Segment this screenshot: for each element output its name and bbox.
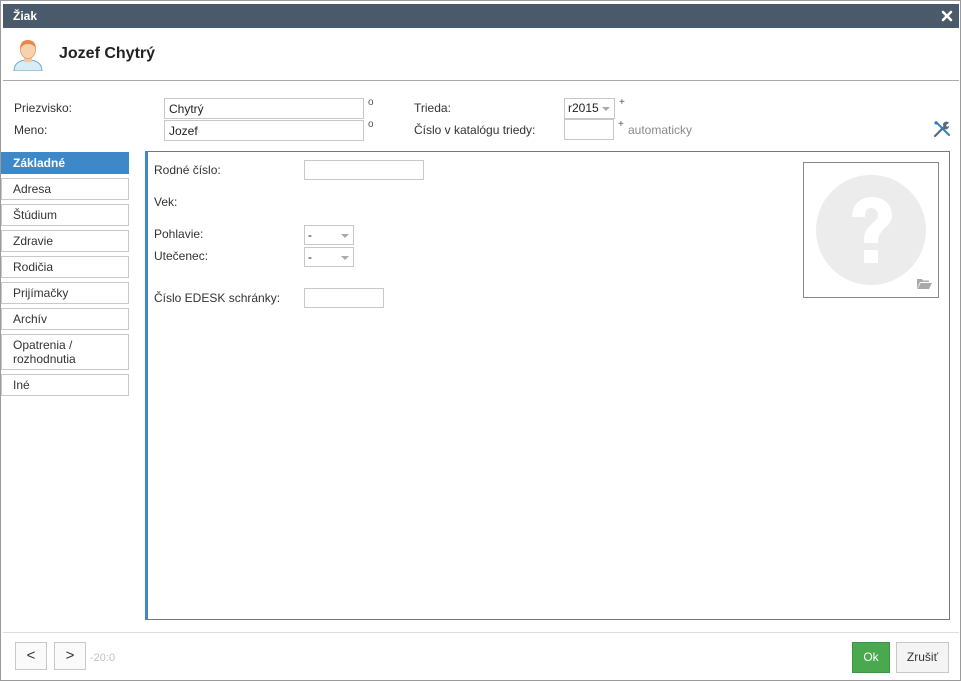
student-name-heading: Jozef Chytrý — [59, 45, 156, 62]
firstname-input[interactable] — [164, 120, 364, 141]
surname-required-marker: o — [368, 97, 374, 108]
birth-number-label: Rodné číslo: — [154, 163, 221, 177]
chevron-down-icon — [602, 107, 610, 111]
refugee-label: Utečenec: — [154, 249, 209, 263]
dialog-footer — [3, 632, 959, 680]
close-icon[interactable] — [940, 4, 954, 28]
ok-button[interactable]: Ok — [852, 642, 890, 673]
tab-archiv[interactable]: Archív — [1, 308, 129, 330]
title-bar: Žiak — [3, 4, 959, 28]
tab-opatrenia[interactable]: Opatrenia / rozhodnutia — [1, 334, 129, 370]
class-select[interactable]: r2015 — [564, 98, 615, 119]
surname-label: Priezvisko: — [14, 101, 73, 115]
catalog-number-input[interactable] — [564, 119, 614, 140]
chevron-down-icon — [341, 234, 349, 238]
firstname-label: Meno: — [14, 123, 48, 137]
refugee-select[interactable]: - — [304, 247, 354, 267]
age-label: Vek: — [154, 195, 178, 209]
user-avatar-icon — [13, 40, 43, 71]
refugee-select-value: - — [308, 250, 312, 264]
previous-button[interactable]: < — [15, 642, 47, 670]
catalog-required-marker: + — [618, 119, 624, 130]
folder-open-icon[interactable] — [917, 278, 932, 290]
gender-label: Pohlavie: — [154, 227, 204, 241]
tab-studium[interactable]: Štúdium — [1, 204, 129, 226]
surname-input[interactable] — [164, 98, 364, 119]
tab-prijimacky[interactable]: Prijímačky — [1, 282, 129, 304]
tab-zdravie[interactable]: Zdravie — [1, 230, 129, 252]
birth-number-input[interactable] — [304, 160, 424, 180]
class-select-value: r2015 — [568, 101, 599, 115]
next-button[interactable]: > — [54, 642, 86, 670]
class-required-marker: + — [619, 97, 625, 108]
chevron-down-icon — [341, 256, 349, 260]
tab-rodicia[interactable]: Rodičia — [1, 256, 129, 278]
catalog-number-label: Číslo v katalógu triedy: — [414, 123, 536, 137]
tools-icon[interactable] — [933, 120, 951, 138]
student-dialog: Žiak Jozef Chytrý Priezvisko: o Meno: o … — [0, 0, 961, 681]
catalog-auto-hint: automaticky — [628, 123, 693, 137]
edesk-input[interactable] — [304, 288, 384, 308]
record-counter: -20:0 — [90, 652, 116, 664]
cancel-button[interactable]: Zrušiť — [896, 642, 949, 673]
dialog-header: Jozef Chytrý — [3, 29, 959, 81]
window-title: Žiak — [13, 9, 38, 23]
firstname-required-marker: o — [368, 119, 374, 130]
gender-select[interactable]: - — [304, 225, 354, 245]
tab-adresa[interactable]: Adresa — [1, 178, 129, 200]
photo-box[interactable] — [803, 162, 939, 298]
class-label: Trieda: — [414, 101, 451, 115]
edesk-label: Číslo EDESK schránky: — [154, 291, 281, 305]
gender-select-value: - — [308, 228, 312, 242]
tab-zakladne[interactable]: Základné — [1, 152, 129, 174]
question-mark-icon — [816, 175, 926, 285]
tab-ine[interactable]: Iné — [1, 374, 129, 396]
